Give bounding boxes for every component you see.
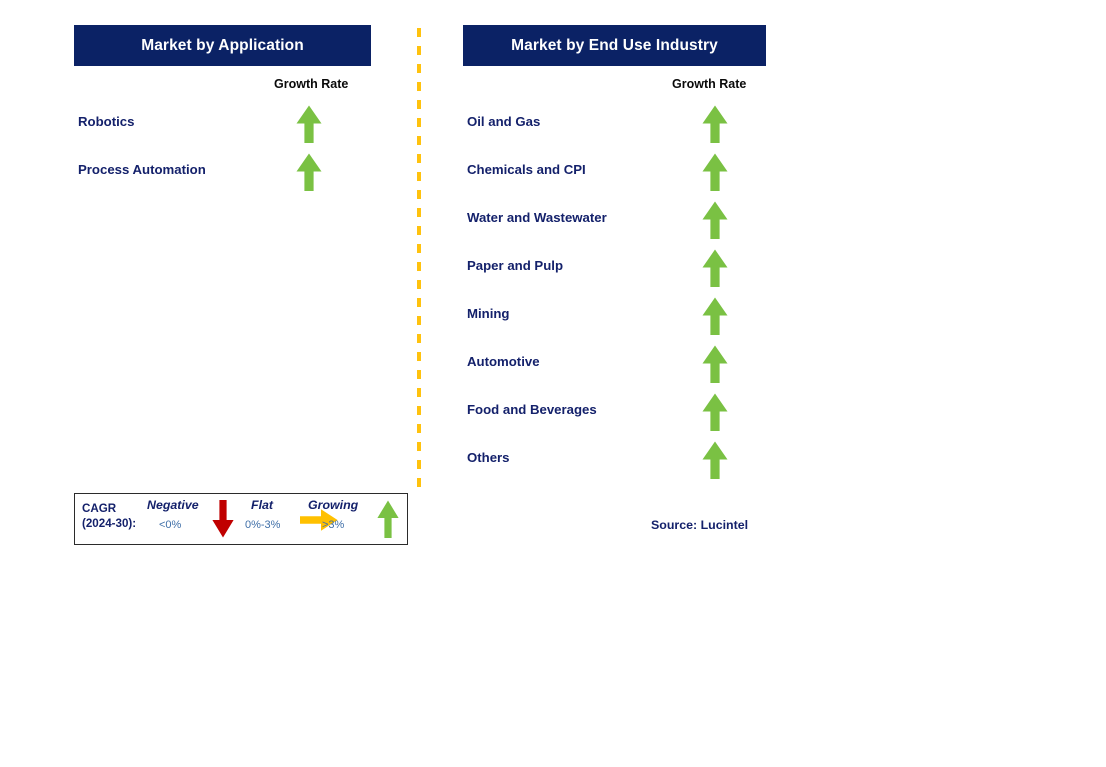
column-header-growth-rate-enduse: Growth Rate bbox=[672, 77, 747, 91]
item-label: Others bbox=[467, 450, 510, 465]
legend-entry-growing-title: Growing bbox=[308, 498, 359, 512]
list-item: Oil and Gas bbox=[463, 105, 766, 145]
item-label: Process Automation bbox=[78, 162, 206, 177]
item-label: Water and Wastewater bbox=[467, 210, 607, 225]
arrow-up-icon bbox=[701, 201, 729, 244]
list-item: Paper and Pulp bbox=[463, 249, 766, 289]
panel-title-application: Market by Application bbox=[74, 25, 371, 66]
legend-cagr-label: CAGR (2024-30): bbox=[82, 501, 136, 531]
panel-market-by-application: Market by Application Growth Rate Roboti… bbox=[74, 0, 371, 191]
legend-entry-negative-range: <0% bbox=[159, 519, 182, 531]
list-item: Automotive bbox=[463, 345, 766, 385]
item-label: Oil and Gas bbox=[467, 114, 541, 129]
arrow-down-icon bbox=[211, 500, 235, 543]
panel-market-by-end-use-industry: Market by End Use Industry Growth Rate O… bbox=[463, 0, 766, 479]
list-item: Chemicals and CPI bbox=[463, 153, 766, 193]
arrow-up-icon bbox=[701, 105, 729, 148]
arrow-up-icon bbox=[376, 500, 400, 543]
item-label: Automotive bbox=[467, 354, 540, 369]
arrow-up-icon bbox=[295, 153, 323, 196]
panel-title-enduse: Market by End Use Industry bbox=[463, 25, 766, 66]
arrow-up-icon bbox=[701, 249, 729, 292]
arrow-up-icon bbox=[701, 297, 729, 340]
list-item: Process Automation bbox=[74, 153, 371, 193]
item-label: Robotics bbox=[78, 114, 135, 129]
arrow-up-icon bbox=[701, 153, 729, 196]
arrow-up-icon bbox=[701, 345, 729, 388]
arrow-up-icon bbox=[701, 393, 729, 436]
legend-entry-flat-range: 0%-3% bbox=[245, 519, 281, 531]
source-note: Source: Lucintel bbox=[651, 518, 749, 532]
item-label: Mining bbox=[467, 306, 510, 321]
item-label: Food and Beverages bbox=[467, 402, 597, 417]
legend-entry-negative-title: Negative bbox=[147, 498, 199, 512]
item-label: Paper and Pulp bbox=[467, 258, 563, 273]
item-label: Chemicals and CPI bbox=[467, 162, 586, 177]
legend-cagr: CAGR (2024-30): Negative <0% Flat 0%-3% … bbox=[74, 493, 408, 545]
legend-cagr-line1: CAGR bbox=[82, 502, 117, 515]
list-item: Others bbox=[463, 441, 766, 481]
list-item: Robotics bbox=[74, 105, 371, 145]
legend-entry-growing-range: >3% bbox=[322, 519, 345, 531]
list-item: Food and Beverages bbox=[463, 393, 766, 433]
legend-entry-flat-title: Flat bbox=[251, 498, 274, 512]
column-header-growth-rate-application: Growth Rate bbox=[274, 77, 349, 91]
list-item: Water and Wastewater bbox=[463, 201, 766, 241]
arrow-up-icon bbox=[295, 105, 323, 148]
panel-divider bbox=[417, 28, 421, 490]
legend-cagr-line2: (2024-30): bbox=[82, 517, 137, 530]
arrow-up-icon bbox=[701, 441, 729, 484]
list-item: Mining bbox=[463, 297, 766, 337]
